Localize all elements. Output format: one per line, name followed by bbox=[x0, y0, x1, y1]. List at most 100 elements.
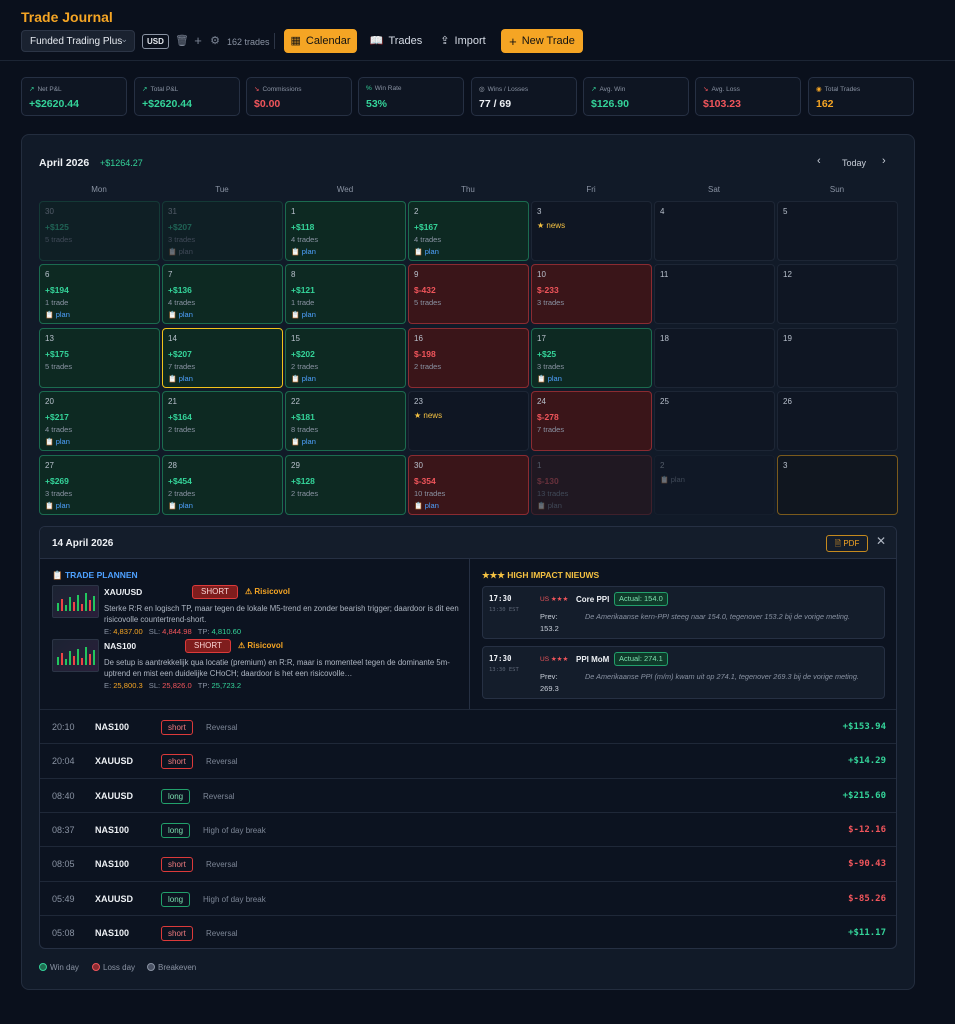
calendar-day[interactable]: 2 📋 plan bbox=[654, 455, 775, 515]
chart-thumbnail[interactable] bbox=[52, 585, 99, 618]
calendar-day[interactable]: 3 ★ news bbox=[531, 201, 652, 261]
calendar-day[interactable]: 12 bbox=[777, 264, 898, 324]
month-pnl: +$1264.27 bbox=[100, 158, 143, 168]
calendar-day[interactable]: 9 $-432 5 trades bbox=[408, 264, 529, 324]
trash-icon[interactable]: 🗑 bbox=[175, 34, 189, 48]
plan-levels: E: 25,800.3 SL: 25,826.0 TP: 25,723.2 bbox=[104, 681, 247, 690]
calendar-day[interactable]: 5 bbox=[777, 201, 898, 261]
trade-row[interactable]: 20:10 NAS100 short Reversal +$153.94 bbox=[40, 709, 896, 743]
plan-description: De setup is aantrekkelijk qua locatie (p… bbox=[104, 658, 450, 678]
calendar-day[interactable]: 13 +$175 5 trades bbox=[39, 328, 160, 388]
calendar-day[interactable]: 11 bbox=[654, 264, 775, 324]
day-plan-link[interactable]: 📋 plan bbox=[291, 310, 316, 319]
calendar-day[interactable]: 6 +$194 1 trade 📋 plan bbox=[39, 264, 160, 324]
plan-description: Sterke R:R en logisch TP, maar tegen de … bbox=[104, 604, 459, 624]
day-plan-link[interactable]: 📋 plan bbox=[168, 310, 193, 319]
clipboard-icon: 📋 bbox=[45, 503, 54, 510]
calendar-day[interactable]: 18 bbox=[654, 328, 775, 388]
calendar-day[interactable]: 31 +$207 3 trades 📋 plan bbox=[162, 201, 283, 261]
calendar-day[interactable]: 4 bbox=[654, 201, 775, 261]
day-plan-link[interactable]: 📋 plan bbox=[291, 247, 316, 256]
import-button-label: Import bbox=[454, 35, 486, 47]
calendar-day[interactable]: 30 $-354 10 trades 📋 plan bbox=[408, 455, 529, 515]
trade-pnl: +$14.29 bbox=[848, 756, 886, 767]
prev-month-icon[interactable]: ‹ bbox=[817, 155, 821, 167]
news-previous-label: Prev: bbox=[540, 612, 558, 621]
trend-up-icon: ↗ bbox=[142, 86, 148, 93]
calendar-day[interactable]: 3 bbox=[777, 455, 898, 515]
news-card[interactable]: 17:30 13:30 EST US ★★★ PPI MoM Actual: 274.1… bbox=[482, 646, 885, 699]
calendar-day[interactable]: 1 $-130 13 trades 📋 plan bbox=[531, 455, 652, 515]
trade-row[interactable]: 05:49 XAUUSD long High of day break $-85.26 bbox=[40, 880, 896, 915]
clipboard-icon: 📋 bbox=[291, 376, 300, 383]
calendar-day[interactable]: 25 bbox=[654, 391, 775, 451]
calendar-day[interactable]: 27 +$269 3 trades 📋 plan bbox=[39, 455, 160, 515]
calendar-day[interactable]: 29 +$128 2 trades bbox=[285, 455, 406, 515]
calendar-day[interactable]: 2 +$167 4 trades 📋 plan bbox=[408, 201, 529, 261]
import-button[interactable]: ⇪ Import bbox=[435, 29, 491, 53]
calendar-day[interactable]: 19 bbox=[777, 328, 898, 388]
day-number: 31 bbox=[168, 207, 177, 216]
calendar-day[interactable]: 8 +$121 1 trade 📋 plan bbox=[285, 264, 406, 324]
calendar-day[interactable]: 1 +$118 4 trades 📋 plan bbox=[285, 201, 406, 261]
calendar-day[interactable]: 20 +$217 4 trades 📋 plan bbox=[39, 391, 160, 451]
calendar-day[interactable]: 10 $-233 3 trades bbox=[531, 264, 652, 324]
calendar-day[interactable]: 7 +$136 4 trades 📋 plan bbox=[162, 264, 283, 324]
day-trade-count: 8 trades bbox=[291, 425, 319, 434]
calendar-day[interactable]: 17 +$25 3 trades 📋 plan bbox=[531, 328, 652, 388]
day-plan-link[interactable]: 📋 plan bbox=[414, 247, 439, 256]
weekday-label: Tue bbox=[215, 185, 229, 194]
news-card[interactable]: 17:30 13:30 EST US ★★★ Core PPI Actual: 154.… bbox=[482, 586, 885, 639]
day-plan-link[interactable]: 📋 plan bbox=[291, 374, 316, 383]
day-plan-link[interactable]: 📋 plan bbox=[291, 437, 316, 446]
currency-badge[interactable]: USD bbox=[142, 34, 169, 49]
calendar-day[interactable]: 15 +$202 2 trades 📋 plan bbox=[285, 328, 406, 388]
calendar-day[interactable]: 30 +$125 5 trades bbox=[39, 201, 160, 261]
day-plan-link[interactable]: 📋 plan bbox=[168, 374, 193, 383]
day-number: 28 bbox=[168, 461, 177, 470]
trade-row[interactable]: 05:08 NAS100 short Reversal +$11.17 bbox=[40, 914, 896, 948]
calendar-day[interactable]: 28 +$454 2 trades 📋 plan bbox=[162, 455, 283, 515]
stat-label-text: Commissions bbox=[262, 86, 302, 93]
clipboard-icon: 📋 bbox=[168, 503, 177, 510]
day-trade-count: 3 trades bbox=[537, 298, 565, 307]
calendar-day[interactable]: 24 $-278 7 trades bbox=[531, 391, 652, 451]
day-plan-link[interactable]: 📋 plan bbox=[45, 437, 70, 446]
day-plan-link[interactable]: 📋 plan bbox=[45, 501, 70, 510]
day-plan-link[interactable]: 📋 plan bbox=[414, 501, 439, 510]
calendar-day[interactable]: 26 bbox=[777, 391, 898, 451]
day-plan-label: plan bbox=[547, 501, 562, 510]
day-plan-link[interactable]: 📋 plan bbox=[660, 475, 685, 484]
sliders-icon[interactable]: ⚙ bbox=[209, 34, 221, 48]
trade-row[interactable]: 20:04 XAUUSD short Reversal +$14.29 bbox=[40, 743, 896, 777]
close-icon[interactable]: ✕ bbox=[876, 534, 886, 548]
day-plan-link[interactable]: 📋 plan bbox=[537, 501, 562, 510]
chart-thumbnail[interactable] bbox=[52, 639, 99, 672]
new-trade-button[interactable]: + New Trade bbox=[501, 29, 583, 53]
calendar-day[interactable]: 23 ★ news bbox=[408, 391, 529, 451]
pdf-button[interactable]: 🗎 PDF bbox=[826, 535, 868, 552]
trade-time: 08:40 bbox=[52, 790, 75, 801]
day-pnl: $-432 bbox=[414, 285, 436, 295]
day-plan-link[interactable]: 📋 plan bbox=[168, 501, 193, 510]
add-icon[interactable]: + bbox=[192, 34, 204, 48]
day-plan-link[interactable]: 📋 plan bbox=[45, 310, 70, 319]
day-number: 18 bbox=[660, 334, 669, 343]
today-button[interactable]: Today bbox=[842, 158, 866, 168]
calendar-day[interactable]: 16 $-198 2 trades bbox=[408, 328, 529, 388]
day-plan-link[interactable]: 📋 plan bbox=[168, 247, 193, 256]
day-plan-link[interactable]: 📋 plan bbox=[537, 374, 562, 383]
next-month-icon[interactable]: › bbox=[882, 155, 886, 167]
calendar-day[interactable]: 14 +$207 7 trades 📋 plan bbox=[162, 328, 283, 388]
account-select[interactable]: Funded Trading Plus ⌄ bbox=[21, 30, 135, 52]
calendar-day[interactable]: 21 +$164 2 trades bbox=[162, 391, 283, 451]
trade-pnl: $-90.43 bbox=[848, 859, 886, 870]
trade-row[interactable]: 08:05 NAS100 short Reversal $-90.43 bbox=[40, 846, 896, 880]
trade-row[interactable]: 08:40 XAUUSD long Reversal +$215.60 bbox=[40, 777, 896, 812]
trade-setup: Reversal bbox=[206, 928, 238, 938]
trade-row[interactable]: 08:37 NAS100 long High of day break $-12.16 bbox=[40, 811, 896, 846]
calendar-button[interactable]: ▦ Calendar bbox=[284, 29, 357, 53]
trades-button[interactable]: 📖 Trades bbox=[368, 29, 424, 53]
upload-icon: ⇪ bbox=[440, 34, 450, 47]
calendar-day[interactable]: 22 +$181 8 trades 📋 plan bbox=[285, 391, 406, 451]
